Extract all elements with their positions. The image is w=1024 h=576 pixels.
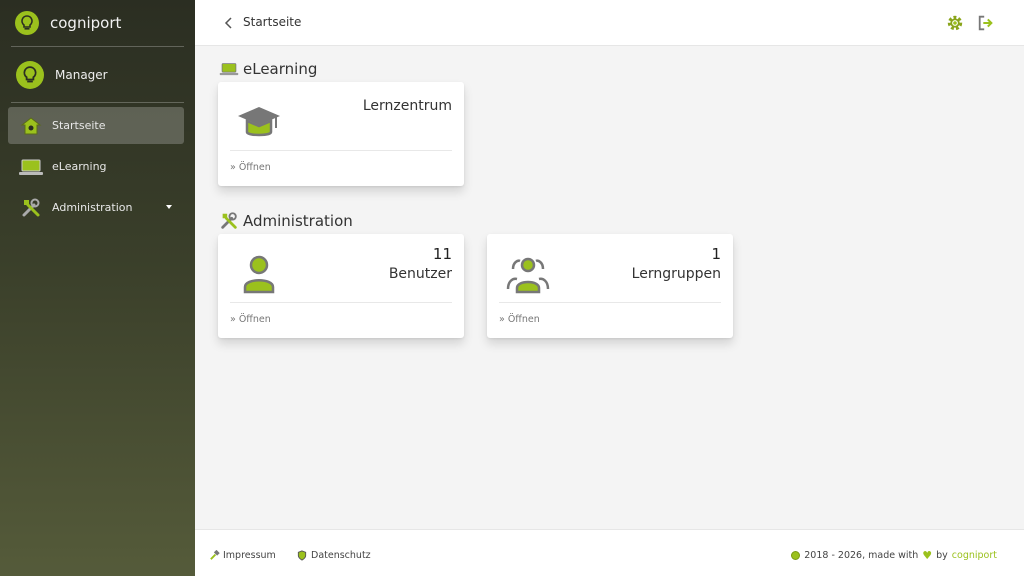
heart-icon: ♥	[922, 549, 933, 562]
card-divider	[230, 150, 452, 151]
card-count: 11	[432, 245, 452, 263]
top-header: Startseite	[195, 0, 1024, 46]
section-title-administration: Administration	[218, 212, 353, 230]
copyright-text: 2018 - 2026, made with	[804, 550, 919, 561]
logout-icon[interactable]	[977, 14, 995, 32]
footer: Impressum Datenschutz 2018 - 2026, made …	[195, 529, 1024, 576]
open-link[interactable]: » Öffnen	[499, 314, 540, 325]
laptop-icon	[218, 60, 240, 78]
by-text: by	[936, 550, 948, 561]
card-title: Lernzentrum	[362, 98, 452, 114]
card-title: Lerngruppen	[631, 266, 721, 282]
sidebar-item-label: Startseite	[52, 119, 106, 132]
card-count: 1	[711, 245, 721, 263]
card-divider	[230, 302, 452, 303]
back-chevron-icon[interactable]	[219, 13, 239, 33]
tools-icon	[18, 197, 44, 219]
impressum-link[interactable]: Impressum	[208, 549, 276, 561]
open-link[interactable]: » Öffnen	[230, 314, 271, 325]
card-benutzer[interactable]: 11 Benutzer » Öffnen	[218, 234, 464, 338]
sidebar-item-label: eLearning	[52, 160, 107, 173]
copyright: 2018 - 2026, made with ♥ by cogniport	[791, 549, 997, 562]
card-lernzentrum[interactable]: Lernzentrum » Öffnen	[218, 82, 464, 186]
laptop-icon	[18, 156, 44, 178]
graduation-cap-icon	[236, 102, 282, 142]
brand-link[interactable]: cogniport	[952, 550, 997, 561]
section-title-text: eLearning	[243, 60, 318, 78]
copyright-icon	[791, 551, 801, 560]
sidebar-item-administration[interactable]: Administration	[8, 189, 184, 226]
shield-icon	[296, 549, 308, 561]
card-lerngruppen[interactable]: 1 Lerngruppen » Öffnen	[487, 234, 733, 338]
gear-icon[interactable]	[946, 14, 964, 32]
home-icon	[18, 115, 44, 137]
sidebar-nav: Startseite eLearning Administration	[0, 107, 195, 226]
sidebar-item-elearning[interactable]: eLearning	[8, 148, 184, 185]
user-avatar-icon	[16, 60, 44, 89]
section-title-text: Administration	[243, 212, 353, 230]
gavel-icon	[208, 549, 220, 561]
impressum-label: Impressum	[223, 549, 276, 561]
datenschutz-link[interactable]: Datenschutz	[296, 549, 371, 561]
card-title: Benutzer	[388, 266, 452, 282]
brand[interactable]: cogniport	[0, 0, 195, 46]
chevron-down-icon[interactable]	[166, 205, 172, 209]
user-group-icon	[505, 254, 551, 294]
open-link[interactable]: » Öffnen	[230, 162, 271, 173]
sidebar-item-label: Administration	[52, 201, 133, 214]
datenschutz-label: Datenschutz	[311, 549, 371, 561]
breadcrumb[interactable]: Startseite	[243, 15, 301, 29]
bulb-logo-icon	[15, 11, 39, 35]
card-divider	[499, 302, 721, 303]
user-name: Manager	[55, 67, 108, 82]
brand-name: cogniport	[50, 14, 122, 32]
user-profile[interactable]: Manager	[0, 47, 195, 102]
divider	[11, 102, 184, 103]
user-icon	[236, 254, 282, 294]
tools-icon	[218, 212, 240, 230]
section-title-elearning: eLearning	[218, 60, 317, 78]
sidebar: cogniport Manager Startseite eLearning A…	[0, 0, 195, 576]
sidebar-item-startseite[interactable]: Startseite	[8, 107, 184, 144]
